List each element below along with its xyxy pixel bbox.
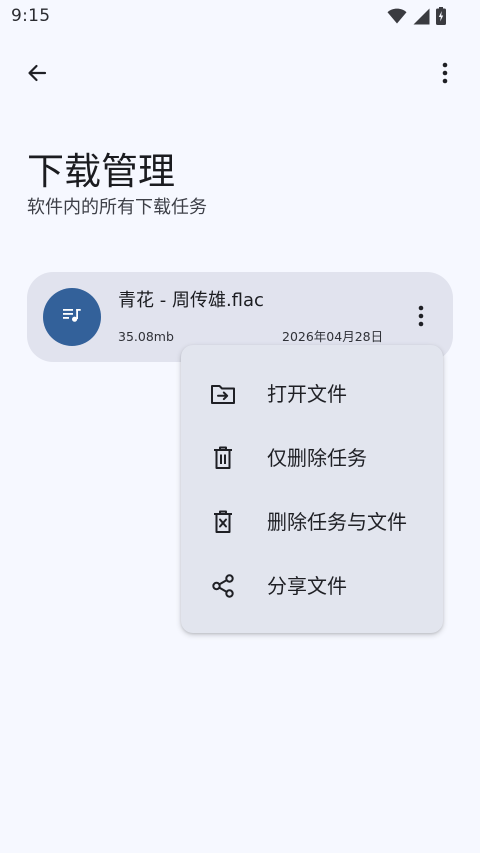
file-name: 青花 - 周传雄.flac — [118, 290, 264, 311]
back-button[interactable] — [20, 58, 54, 92]
file-date: 2026年04月28日 — [282, 329, 384, 344]
menu-item-open-file[interactable]: 打开文件 — [181, 361, 443, 425]
delete-forever-icon — [209, 508, 237, 536]
share-icon — [209, 572, 237, 600]
item-more-button[interactable] — [405, 302, 437, 334]
page-title: 下载管理 — [27, 150, 175, 193]
file-avatar — [43, 288, 101, 346]
menu-item-share-file[interactable]: 分享文件 — [181, 553, 443, 617]
music-queue-icon — [62, 307, 82, 327]
delete-icon — [209, 444, 237, 472]
folder-open-icon — [209, 380, 237, 408]
wifi-icon — [387, 8, 407, 24]
cellular-signal-icon — [413, 8, 430, 25]
menu-item-label: 删除任务与文件 — [267, 510, 407, 534]
status-bar: 9:15 — [0, 0, 480, 32]
battery-charging-icon — [436, 7, 446, 25]
menu-item-delete-task-only[interactable]: 仅删除任务 — [181, 425, 443, 489]
status-time: 9:15 — [11, 6, 51, 26]
menu-item-label: 仅删除任务 — [267, 446, 367, 470]
more-vert-icon — [442, 62, 448, 88]
menu-item-delete-task-and-file[interactable]: 删除任务与文件 — [181, 489, 443, 553]
context-menu: 打开文件 仅删除任务 删除任务与文件 分享文件 — [181, 345, 443, 633]
page-subtitle: 软件内的所有下载任务 — [27, 197, 207, 218]
status-icons — [387, 7, 446, 25]
menu-item-label: 打开文件 — [267, 382, 347, 406]
file-size: 35.08mb — [118, 329, 174, 344]
more-options-button[interactable] — [428, 58, 462, 92]
arrow-back-icon — [25, 61, 49, 89]
menu-item-label: 分享文件 — [267, 574, 347, 598]
more-vert-icon — [418, 305, 424, 331]
